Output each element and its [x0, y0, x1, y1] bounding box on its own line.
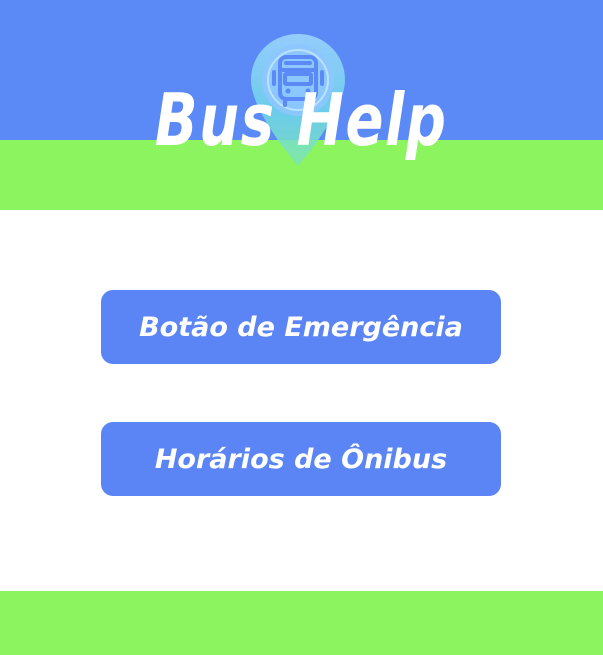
bus-schedule-button[interactable]: Horários de Ônibus — [101, 422, 501, 496]
main-content: Botão de Emergência Horários de Ônibus — [0, 210, 603, 591]
emergency-button[interactable]: Botão de Emergência — [101, 290, 501, 364]
app-title: Bus Help — [154, 78, 448, 162]
header: Bus Help — [0, 0, 603, 210]
footer-green-band — [0, 591, 603, 655]
